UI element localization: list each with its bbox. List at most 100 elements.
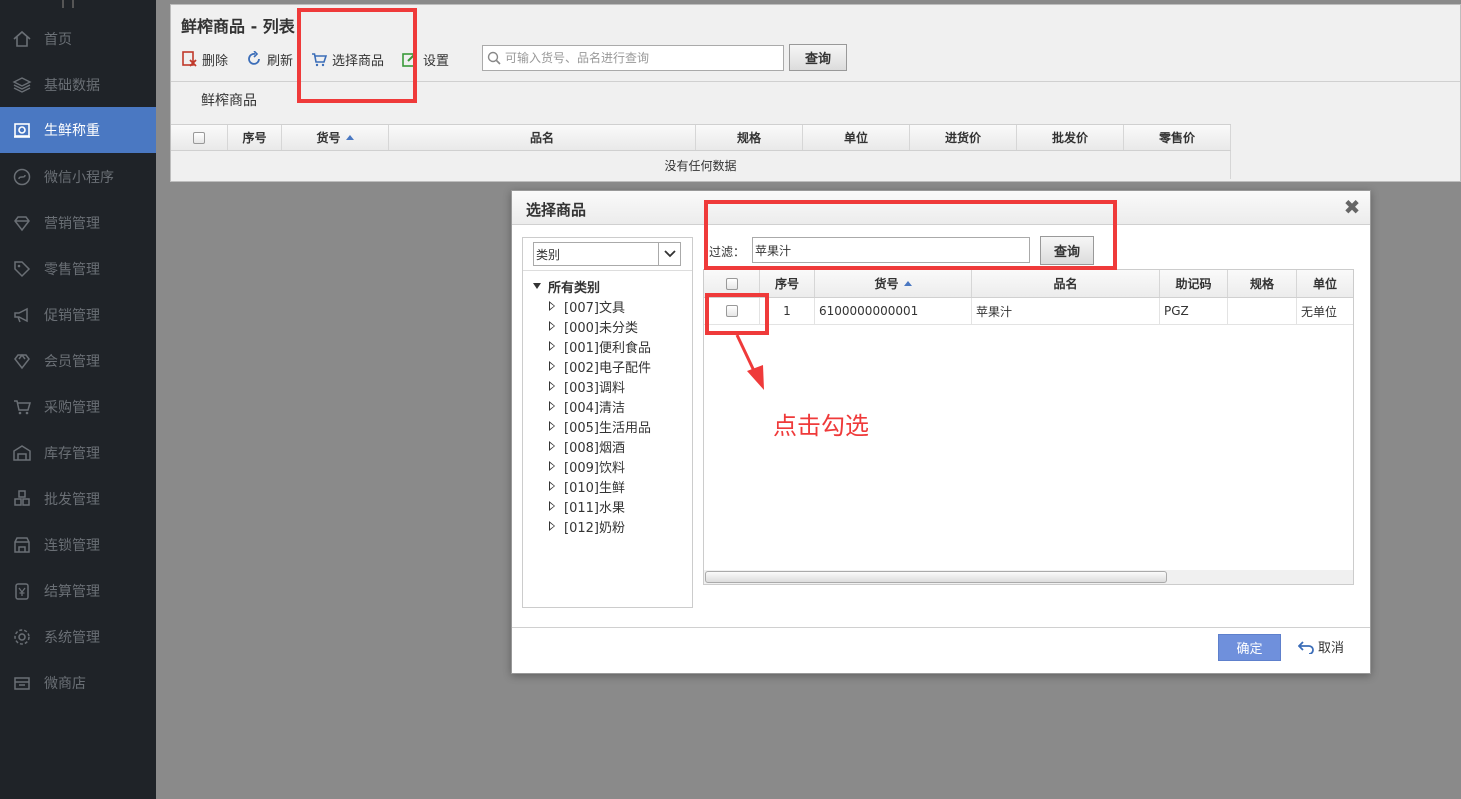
category-select[interactable]: 类别 (533, 242, 681, 266)
tree-node[interactable]: [010]生鲜 (549, 476, 651, 496)
cell-spec (1228, 298, 1297, 324)
collapsed-icon (549, 301, 556, 311)
sidebar-item-label: 微商店 (44, 676, 86, 692)
sidebar-item-label: 结算管理 (44, 584, 100, 600)
column-header[interactable]: 规格 (1228, 270, 1297, 297)
collapsed-icon (549, 401, 556, 411)
collapsed-icon (549, 341, 556, 351)
tree-node[interactable]: [003]调料 (549, 376, 651, 396)
shop-icon (0, 673, 44, 693)
cell-name: 苹果汁 (972, 298, 1160, 324)
annotation-box-filter (704, 200, 1117, 270)
column-header[interactable]: 助记码 (1160, 270, 1228, 297)
collapsed-icon (549, 441, 556, 451)
column-header[interactable]: 零售价 (1124, 125, 1231, 150)
sidebar-item-chain[interactable]: 连锁管理 (0, 522, 156, 568)
megaphone-icon (0, 305, 44, 325)
table-header: 序号 货号 品名 助记码 规格 单位 (704, 270, 1353, 298)
confirm-button[interactable]: 确定 (1218, 634, 1281, 661)
tree-node[interactable]: [012]奶粉 (549, 516, 651, 536)
delete-icon (182, 51, 197, 67)
select-all-checkbox[interactable] (171, 125, 228, 150)
column-header-code[interactable]: 货号 (282, 125, 389, 150)
sidebar-item-label: 基础数据 (44, 78, 100, 94)
scrollbar-thumb[interactable] (705, 571, 1167, 583)
sidebar-item-label: 连锁管理 (44, 538, 100, 554)
cancel-button[interactable]: 取消 (1298, 637, 1344, 656)
sidebar-grip-icon[interactable] (62, 0, 74, 8)
category-tree: 所有类别 [007]文具 [000]未分类 [001]便利食品 [002]电子配… (533, 276, 651, 536)
collapsed-icon (549, 361, 556, 371)
sidebar-item-label: 首页 (44, 32, 72, 48)
column-header[interactable]: 单位 (803, 125, 910, 150)
column-header[interactable]: 进货价 (910, 125, 1017, 150)
sort-asc-icon (903, 281, 912, 286)
column-header-code[interactable]: 货号 (815, 270, 972, 297)
tree-node[interactable]: [000]未分类 (549, 316, 651, 336)
cell-code: 6100000000001 (815, 298, 972, 324)
category-panel: 类别 所有类别 [007]文具 [000]未分类 [001]便利食品 [002]… (522, 237, 693, 608)
column-header[interactable]: 序号 (228, 125, 282, 150)
cell-unit: 无单位 (1301, 304, 1338, 319)
collapsed-icon (549, 421, 556, 431)
tree-node[interactable]: [004]清洁 (549, 396, 651, 416)
tree-node[interactable]: [011]水果 (549, 496, 651, 516)
delete-button[interactable]: 删除 (181, 50, 228, 69)
sidebar-item-basic-data[interactable]: 基础数据 (0, 62, 156, 108)
tab-fresh-squeezed[interactable]: 鲜榨商品 (201, 90, 257, 110)
diamond-icon (0, 213, 44, 233)
annotation-arrow-icon (735, 334, 764, 390)
sidebar-item-marketing[interactable]: 营销管理 (0, 200, 156, 246)
sidebar-item-retail[interactable]: 零售管理 (0, 246, 156, 292)
tree-node[interactable]: [005]生活用品 (549, 416, 651, 436)
miniprogram-icon (0, 167, 44, 187)
close-icon[interactable]: ✖ (1342, 195, 1362, 219)
tree-root[interactable]: 所有类别 (533, 276, 651, 296)
empty-message: 没有任何数据 (171, 151, 1231, 179)
sidebar-item-label: 采购管理 (44, 400, 100, 416)
sidebar-item-label: 库存管理 (44, 446, 100, 462)
column-header[interactable]: 单位 (1297, 270, 1353, 297)
refresh-button[interactable]: 刷新 (246, 50, 293, 69)
sidebar-item-micro-shop[interactable]: 微商店 (0, 660, 156, 706)
sidebar-item-label: 生鲜称重 (44, 123, 100, 139)
column-header[interactable]: 品名 (972, 270, 1160, 297)
column-header[interactable]: 品名 (389, 125, 696, 150)
annotation-box-checkbox (705, 293, 769, 335)
column-header[interactable]: 规格 (696, 125, 803, 150)
query-button[interactable]: 查询 (789, 44, 847, 71)
annotation-text: 点击勾选 (773, 412, 869, 440)
search-icon (487, 51, 501, 65)
sidebar-item-members[interactable]: 会员管理 (0, 338, 156, 384)
divider (512, 627, 1370, 628)
undo-icon (1298, 640, 1314, 654)
sidebar-item-home[interactable]: 首页 (0, 16, 156, 62)
tree-node[interactable]: [008]烟酒 (549, 436, 651, 456)
sidebar-item-fresh-weighing[interactable]: 生鲜称重 (0, 107, 156, 153)
collapsed-icon (549, 501, 556, 511)
horizontal-scrollbar[interactable] (704, 570, 1353, 584)
search-input[interactable] (505, 51, 775, 65)
sidebar-item-purchasing[interactable]: 采购管理 (0, 384, 156, 430)
tree-node[interactable]: [002]电子配件 (549, 356, 651, 376)
sidebar-item-promotion[interactable]: 促销管理 (0, 292, 156, 338)
tree-node[interactable]: [009]饮料 (549, 456, 651, 476)
sidebar-item-label: 营销管理 (44, 216, 100, 232)
sidebar-item-settlement[interactable]: 结算管理 (0, 568, 156, 614)
column-header[interactable]: 批发价 (1017, 125, 1124, 150)
table-header: 序号 货号 品名 规格 单位 进货价 批发价 零售价 (171, 124, 1231, 151)
sidebar-item-wholesale[interactable]: 批发管理 (0, 476, 156, 522)
tree-node[interactable]: [001]便利食品 (549, 336, 651, 356)
sidebar-item-system[interactable]: 系统管理 (0, 614, 156, 660)
scale-icon (0, 120, 44, 140)
tree-node[interactable]: [007]文具 (549, 296, 651, 316)
sidebar-item-label: 促销管理 (44, 308, 100, 324)
collapsed-icon (549, 381, 556, 391)
dialog-title: 选择商品 (526, 201, 587, 219)
sidebar-item-label: 会员管理 (44, 354, 100, 370)
sidebar-item-inventory[interactable]: 库存管理 (0, 430, 156, 476)
collapsed-icon (549, 321, 556, 331)
sidebar-item-miniprogram[interactable]: 微信小程序 (0, 154, 156, 200)
sort-asc-icon (345, 135, 354, 140)
table-row[interactable]: 1 6100000000001 苹果汁 PGZ 无单位 (704, 298, 1353, 325)
